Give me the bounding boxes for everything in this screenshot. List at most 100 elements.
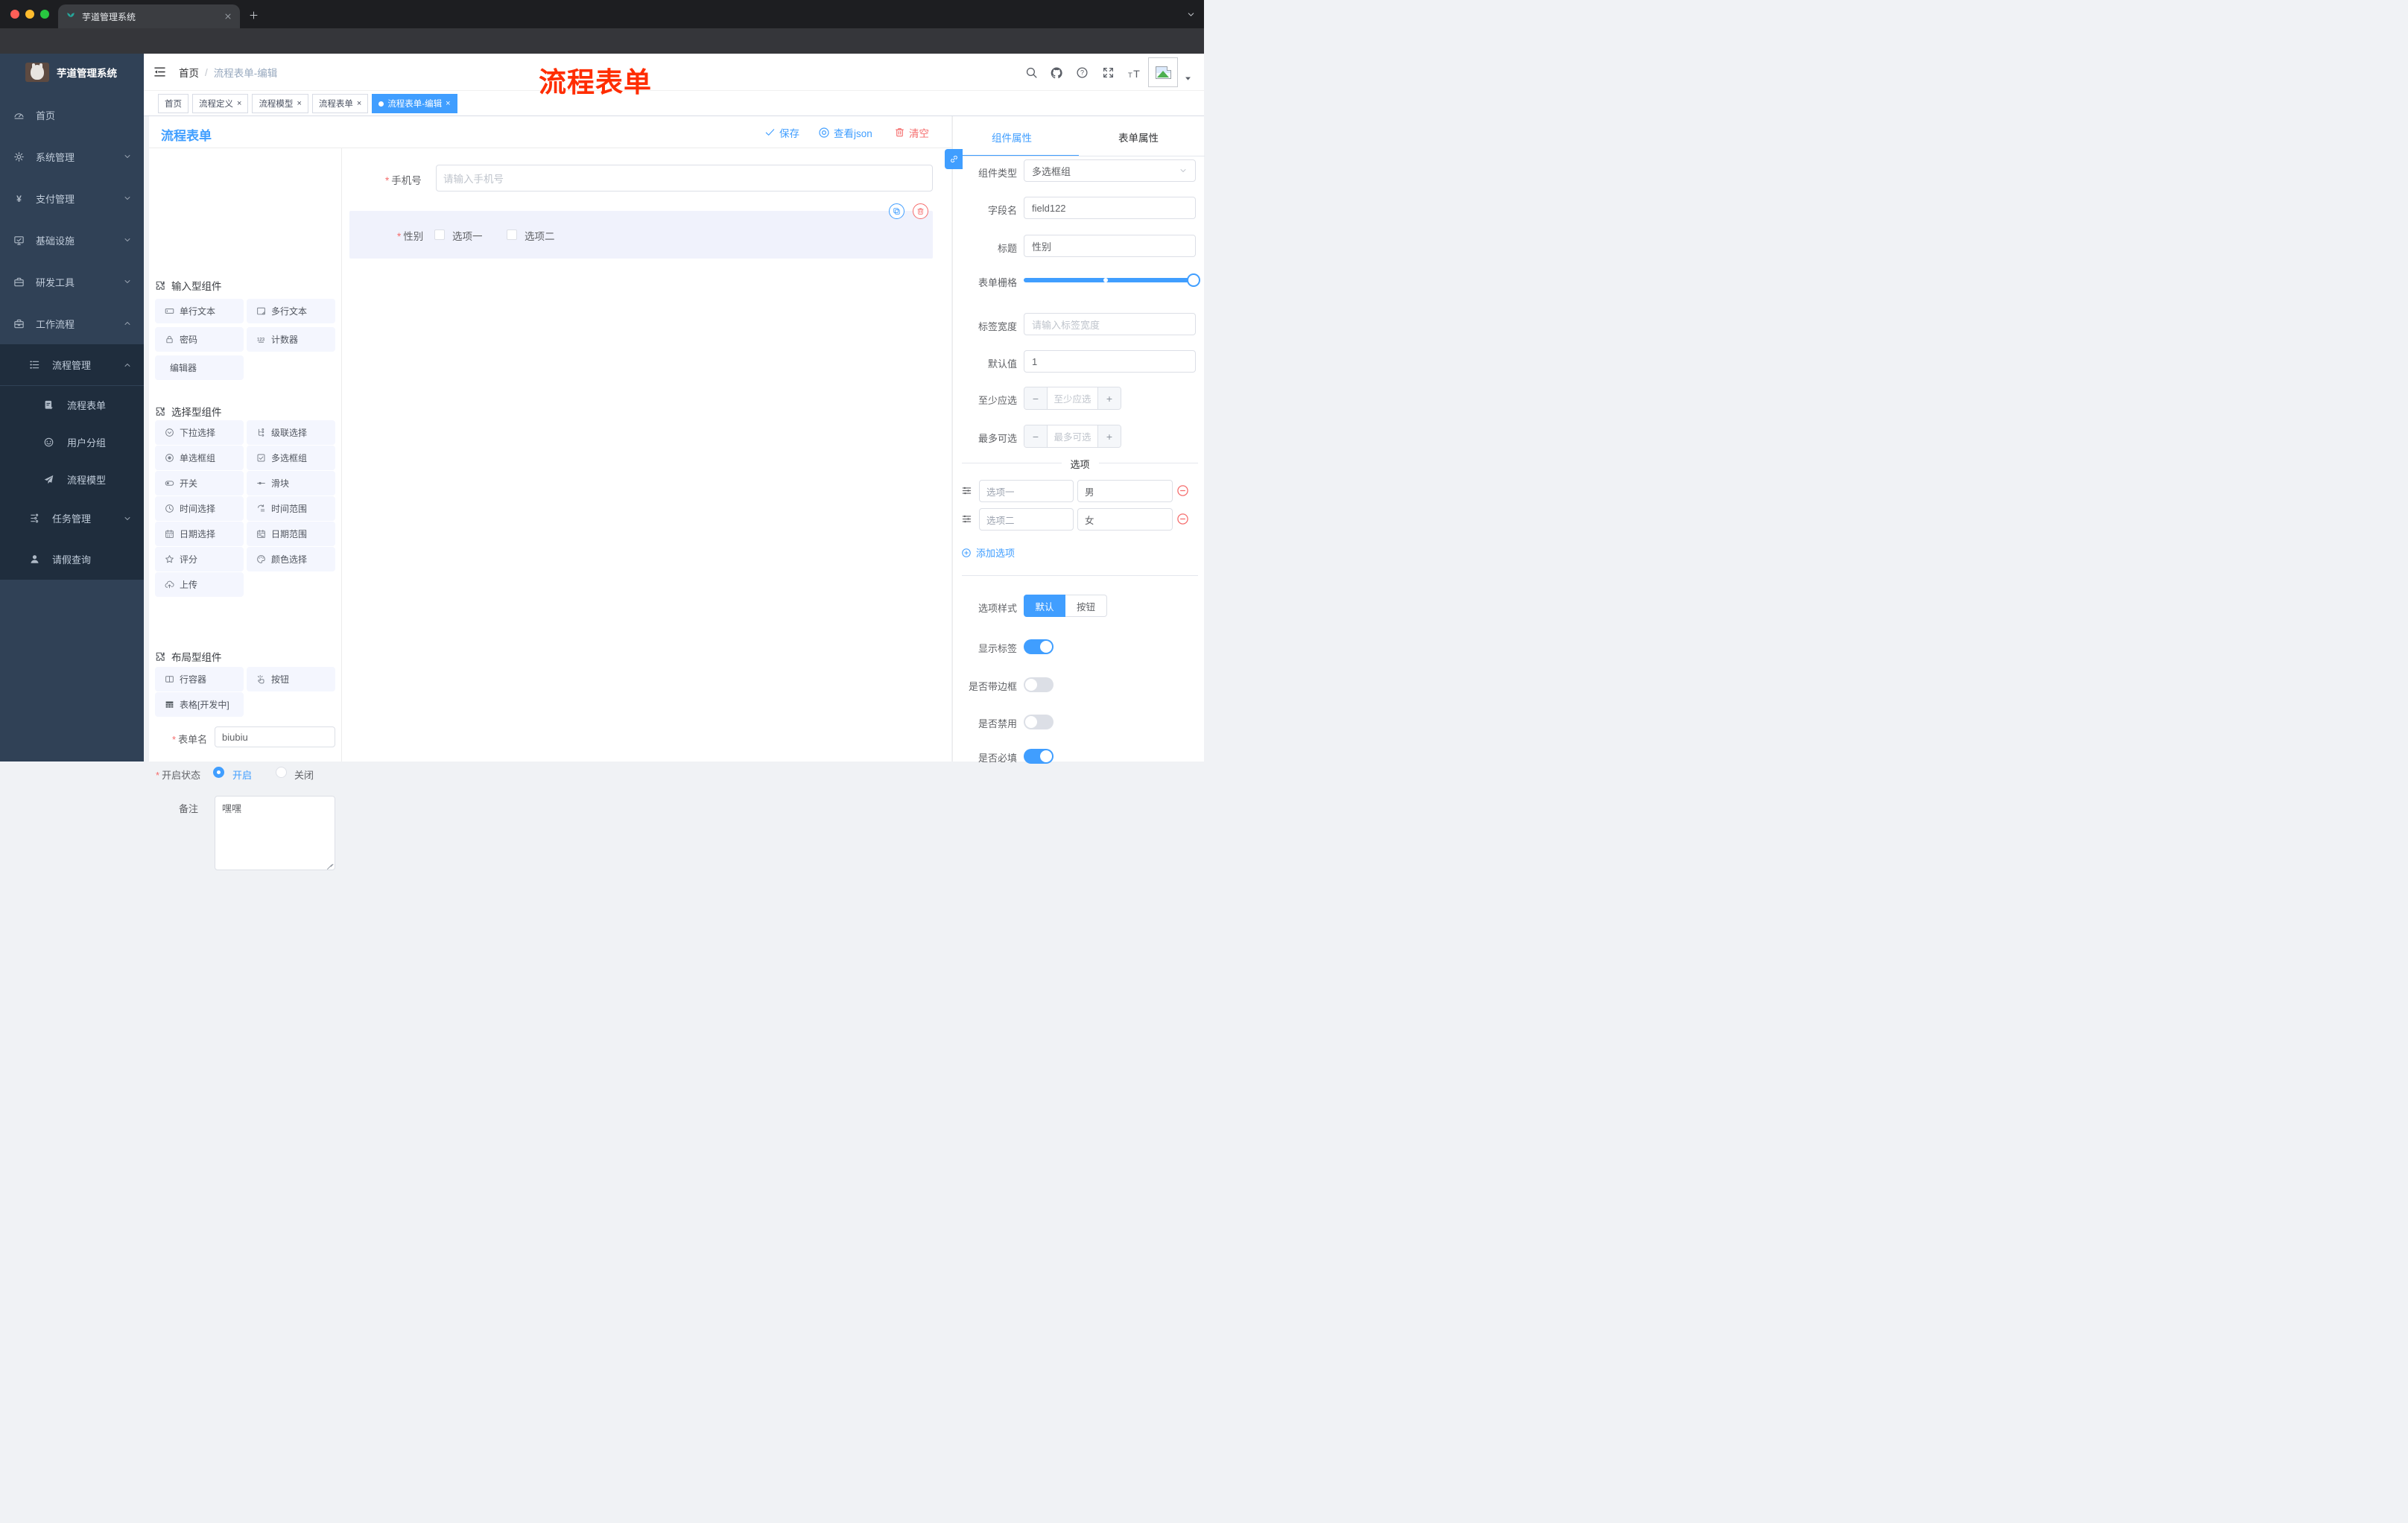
drag-handle-icon[interactable] <box>961 513 972 525</box>
component-chip-单行文本[interactable]: 单行文本 <box>155 299 244 323</box>
drag-handle-icon[interactable] <box>961 485 972 496</box>
component-chip-计数器[interactable]: 123 计数器 <box>247 327 335 352</box>
close-icon[interactable]: × <box>297 99 301 108</box>
close-icon[interactable]: × <box>446 99 450 108</box>
tab-search-chevron-icon[interactable] <box>1186 10 1196 19</box>
toggle-是否禁用[interactable] <box>1024 715 1054 729</box>
status-on-radio[interactable] <box>213 767 224 778</box>
component-chip-日期范围[interactable]: 日期范围 <box>247 522 335 546</box>
phone-input[interactable]: 请输入手机号 <box>436 165 933 191</box>
fullscreen-icon[interactable] <box>1102 66 1115 79</box>
component-chip-多行文本[interactable]: 多行文本 <box>247 299 335 323</box>
tag-流程模型[interactable]: 流程模型 × <box>252 94 308 113</box>
component-chip-日期选择[interactable]: 日期选择 <box>155 522 244 546</box>
copy-field-button[interactable] <box>889 203 904 219</box>
sidebar-item-基础设施[interactable]: 基础设施 <box>0 219 144 261</box>
component-chip-颜色选择[interactable]: 颜色选择 <box>247 547 335 571</box>
status-off-radio[interactable] <box>276 767 287 778</box>
tag-流程表单-编辑[interactable]: 流程表单-编辑 × <box>372 94 457 113</box>
component-chip-按钮[interactable]: 按钮 <box>247 667 335 691</box>
component-chip-上传[interactable]: 上传 <box>155 572 244 597</box>
remove-option-button[interactable] <box>1176 513 1189 525</box>
resize-handle[interactable] <box>326 861 333 868</box>
component-chip-密码[interactable]: 密码 <box>155 327 244 352</box>
checkbox-option-1[interactable] <box>434 229 445 240</box>
form-grid-slider[interactable] <box>1024 273 1200 287</box>
close-icon[interactable]: × <box>237 99 241 108</box>
breadcrumb-home[interactable]: 首页 <box>179 65 199 80</box>
avatar[interactable] <box>1148 57 1178 87</box>
min-select-input[interactable]: 至少应选 <box>1048 387 1097 409</box>
component-chip-开关[interactable]: 开关 <box>155 471 244 495</box>
sidebar-collapse-icon[interactable] <box>153 65 167 79</box>
component-chip-单选框组[interactable]: 单选框组 <box>155 446 244 470</box>
save-button[interactable]: 保存 <box>764 116 799 148</box>
view-json-button[interactable]: 查看json <box>818 116 872 148</box>
toggle-是否必填[interactable] <box>1024 749 1054 764</box>
new-tab-button[interactable] <box>249 10 259 20</box>
tab-component-props[interactable]: 组件属性 <box>992 130 1032 145</box>
option-value-input[interactable]: 男 <box>1077 480 1173 502</box>
option-name-input[interactable]: 选项二 <box>979 508 1074 531</box>
option-style-button[interactable]: 按钮 <box>1065 595 1107 617</box>
component-chip-行容器[interactable]: 行容器 <box>155 667 244 691</box>
status-on-label[interactable]: 开启 <box>232 767 252 782</box>
sidebar-item-流程管理[interactable]: 流程管理 <box>0 344 144 385</box>
tag-首页[interactable]: 首页 <box>158 94 188 113</box>
sidebar-item-研发工具[interactable]: 研发工具 <box>0 261 144 303</box>
component-chip-下拉选择[interactable]: 下拉选择 <box>155 420 244 445</box>
sidebar-item-支付管理[interactable]: ¥ 支付管理 <box>0 177 144 219</box>
component-chip-时间范围[interactable]: 时间范围 <box>247 496 335 521</box>
sidebar-item-请假查询[interactable]: 请假查询 <box>0 539 144 580</box>
help-icon[interactable]: ? <box>1076 66 1089 79</box>
component-chip-编辑器[interactable]: 编辑器 <box>155 355 244 380</box>
form-name-input[interactable]: biubiu <box>215 726 335 747</box>
tab-close-icon[interactable] <box>224 12 232 21</box>
option-style-default[interactable]: 默认 <box>1024 595 1065 617</box>
component-chip-表格[开发中][interactable]: 表格[开发中] <box>155 692 244 717</box>
component-chip-多选框组[interactable]: 多选框组 <box>247 446 335 470</box>
tab-form-props[interactable]: 表单属性 <box>1118 130 1159 145</box>
tag-流程定义[interactable]: 流程定义 × <box>192 94 249 113</box>
component-chip-级联选择[interactable]: 级联选择 <box>247 420 335 445</box>
search-icon[interactable] <box>1025 66 1038 79</box>
option-name-input[interactable]: 选项一 <box>979 480 1074 502</box>
remove-option-button[interactable] <box>1176 484 1189 497</box>
option-value-input[interactable]: 女 <box>1077 508 1173 531</box>
window-close-button[interactable] <box>10 10 19 19</box>
decrement-button[interactable]: − <box>1024 425 1048 447</box>
sidebar-item-工作流程[interactable]: 工作流程 <box>0 303 144 344</box>
decrement-button[interactable]: − <box>1024 387 1048 409</box>
slider-handle[interactable] <box>1187 273 1200 287</box>
field-name-input[interactable]: field122 <box>1024 197 1196 219</box>
component-type-select[interactable]: 多选框组 <box>1024 159 1196 182</box>
clear-button[interactable]: 清空 <box>894 116 929 148</box>
max-select-input[interactable]: 最多可选 <box>1048 425 1097 447</box>
link-tab[interactable] <box>945 149 963 169</box>
sidebar-item-流程表单[interactable]: 流程表单 <box>0 386 144 423</box>
sidebar-item-任务管理[interactable]: 任务管理 <box>0 498 144 539</box>
github-icon[interactable] <box>1050 66 1063 80</box>
add-option-button[interactable]: 添加选项 <box>961 545 1015 560</box>
default-value-input[interactable]: 1 <box>1024 350 1196 373</box>
toggle-显示标签[interactable] <box>1024 639 1054 654</box>
avatar-caret-icon[interactable] <box>1184 75 1192 83</box>
tag-流程表单[interactable]: 流程表单 × <box>311 94 369 113</box>
title-input[interactable]: 性别 <box>1024 235 1196 257</box>
status-off-label[interactable]: 关闭 <box>294 767 314 782</box>
sidebar-item-流程模型[interactable]: 流程模型 <box>0 460 144 498</box>
delete-field-button[interactable] <box>913 203 928 219</box>
increment-button[interactable]: + <box>1097 425 1121 447</box>
component-chip-时间选择[interactable]: 时间选择 <box>155 496 244 521</box>
component-chip-滑块[interactable]: 滑块 <box>247 471 335 495</box>
remark-textarea[interactable]: 嘿嘿 <box>215 796 335 870</box>
sidebar-item-用户分组[interactable]: 用户分组 <box>0 423 144 460</box>
sidebar-item-系统管理[interactable]: 系统管理 <box>0 136 144 177</box>
checkbox-option-2[interactable] <box>507 229 517 240</box>
sidebar-item-首页[interactable]: 首页 <box>0 94 144 136</box>
browser-tab[interactable]: 芋道管理系统 <box>58 4 240 28</box>
label-width-input[interactable]: 请输入标签宽度 <box>1024 313 1196 335</box>
close-icon[interactable]: × <box>357 99 361 108</box>
window-minimize-button[interactable] <box>25 10 34 19</box>
selected-field-gender[interactable]: 性别 选项一 选项二 <box>349 203 933 259</box>
